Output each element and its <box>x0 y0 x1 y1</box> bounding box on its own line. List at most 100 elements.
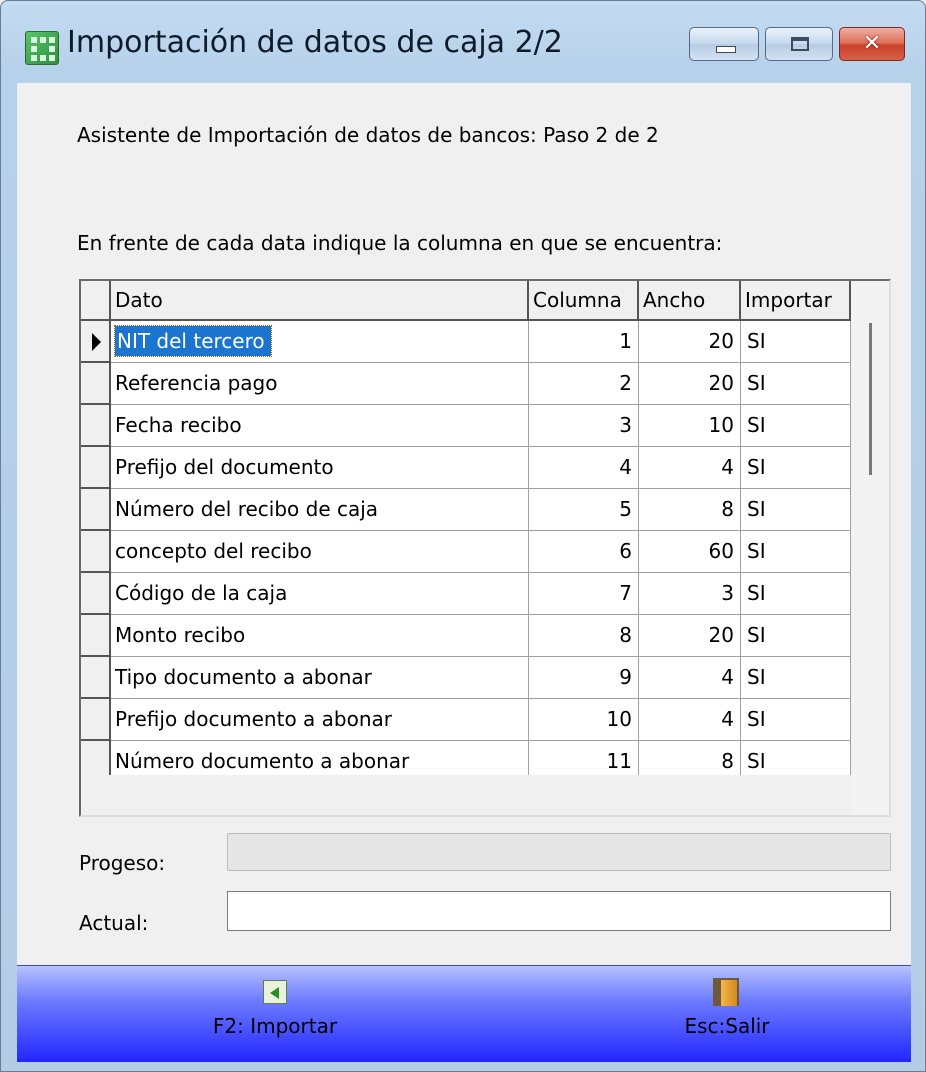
cell-ancho[interactable]: 20 <box>639 615 741 657</box>
close-button[interactable]: ✕ <box>839 27 905 61</box>
row-selector[interactable] <box>81 573 111 615</box>
row-selector[interactable] <box>81 699 111 741</box>
cell-columna[interactable]: 4 <box>529 447 639 489</box>
exit-button[interactable]: Esc:Salir <box>577 966 877 1062</box>
cell-columna-text: 1 <box>619 329 632 353</box>
cell-importar[interactable]: SI <box>741 405 851 447</box>
cell-importar[interactable]: SI <box>741 321 851 363</box>
cell-columna[interactable]: 2 <box>529 363 639 405</box>
cell-dato-text: Monto recibo <box>115 623 246 647</box>
row-selector[interactable] <box>81 531 111 573</box>
cell-ancho[interactable]: 3 <box>639 573 741 615</box>
column-header-ancho[interactable]: Ancho <box>639 281 741 321</box>
grid-corner-header <box>81 281 111 321</box>
cell-columna[interactable]: 8 <box>529 615 639 657</box>
row-selector[interactable] <box>81 657 111 699</box>
cell-importar[interactable]: SI <box>741 615 851 657</box>
maximize-button[interactable] <box>765 27 833 61</box>
import-button[interactable]: F2: Importar <box>125 966 425 1062</box>
vertical-scrollbar[interactable] <box>851 281 889 815</box>
cell-ancho[interactable]: 4 <box>639 657 741 699</box>
cell-importar[interactable]: SI <box>741 699 851 741</box>
progress-label: Progeso: <box>79 851 166 875</box>
cell-importar-text: SI <box>747 707 766 731</box>
exit-button-label: Esc:Salir <box>684 1014 770 1038</box>
table-row[interactable]: Número del recibo de caja 5 8 SI <box>81 489 851 531</box>
cell-importar[interactable]: SI <box>741 447 851 489</box>
table-row[interactable]: Prefijo del documento 4 4 SI <box>81 447 851 489</box>
cell-columna-text: 8 <box>619 623 632 647</box>
cell-importar-text: SI <box>747 665 766 689</box>
actual-field[interactable] <box>227 891 891 931</box>
cell-ancho[interactable]: 60 <box>639 531 741 573</box>
row-selector[interactable] <box>81 489 111 531</box>
column-header-columna[interactable]: Columna <box>529 281 639 321</box>
cell-importar-text: SI <box>747 749 766 773</box>
cell-columna-text: 9 <box>619 665 632 689</box>
cell-ancho[interactable]: 10 <box>639 405 741 447</box>
table-row[interactable]: Fecha recibo 3 10 SI <box>81 405 851 447</box>
cell-columna[interactable]: 1 <box>529 321 639 363</box>
cell-ancho-text: 4 <box>721 707 734 731</box>
cell-importar[interactable]: SI <box>741 489 851 531</box>
import-icon <box>263 980 287 1004</box>
import-window: Importación de datos de caja 2/2 ✕ Asist… <box>0 0 926 1072</box>
cell-ancho[interactable]: 8 <box>639 489 741 531</box>
cell-dato[interactable]: Prefijo del documento <box>111 447 529 489</box>
cell-dato[interactable]: Código de la caja <box>111 573 529 615</box>
minimize-icon <box>716 46 736 53</box>
cell-dato-text: Número del recibo de caja <box>115 497 379 521</box>
cell-dato-text: Fecha recibo <box>115 413 242 437</box>
cell-columna[interactable]: 9 <box>529 657 639 699</box>
cell-importar[interactable]: SI <box>741 573 851 615</box>
row-selector[interactable] <box>81 615 111 657</box>
cell-ancho-text: 20 <box>708 329 734 353</box>
column-header-dato[interactable]: Dato <box>111 281 529 321</box>
cell-columna[interactable]: 10 <box>529 699 639 741</box>
row-selector[interactable] <box>81 405 111 447</box>
cell-importar-text: SI <box>747 539 766 563</box>
cell-dato-text: Referencia pago <box>115 371 278 395</box>
minimize-button[interactable] <box>689 27 759 61</box>
table-row[interactable]: Tipo documento a abonar 9 4 SI <box>81 657 851 699</box>
data-grid[interactable]: Dato Columna Ancho Importar NIT del terc… <box>79 279 891 817</box>
row-selector[interactable] <box>81 363 111 405</box>
cell-importar[interactable]: SI <box>741 531 851 573</box>
cell-ancho[interactable]: 20 <box>639 321 741 363</box>
progress-bar <box>227 833 891 871</box>
cell-dato[interactable]: Monto recibo <box>111 615 529 657</box>
table-row[interactable]: Referencia pago 2 20 SI <box>81 363 851 405</box>
cell-dato[interactable]: Número del recibo de caja <box>111 489 529 531</box>
window-title: Importación de datos de caja 2/2 <box>67 25 563 60</box>
cell-columna-text: 5 <box>619 497 632 521</box>
table-row[interactable]: Código de la caja 7 3 SI <box>81 573 851 615</box>
table-row[interactable]: concepto del recibo 6 60 SI <box>81 531 851 573</box>
cell-importar-text: SI <box>747 329 766 353</box>
cell-importar[interactable]: SI <box>741 363 851 405</box>
cell-ancho[interactable]: 4 <box>639 447 741 489</box>
grid-empty-area <box>81 775 851 815</box>
cell-columna[interactable]: 7 <box>529 573 639 615</box>
table-row[interactable]: NIT del tercero 1 20 SI <box>81 321 851 363</box>
cell-ancho[interactable]: 20 <box>639 363 741 405</box>
row-selector[interactable] <box>81 447 111 489</box>
cell-columna[interactable]: 3 <box>529 405 639 447</box>
row-selector[interactable] <box>81 321 111 363</box>
column-header-importar[interactable]: Importar <box>741 281 851 321</box>
table-row[interactable]: Monto recibo 8 20 SI <box>81 615 851 657</box>
cell-ancho-text: 20 <box>708 371 734 395</box>
cell-columna[interactable]: 5 <box>529 489 639 531</box>
cell-dato[interactable]: Fecha recibo <box>111 405 529 447</box>
cell-dato[interactable]: Prefijo documento a abonar <box>111 699 529 741</box>
title-bar[interactable]: Importación de datos de caja 2/2 ✕ <box>1 1 925 83</box>
cell-importar[interactable]: SI <box>741 657 851 699</box>
cell-dato[interactable]: Referencia pago <box>111 363 529 405</box>
cell-dato[interactable]: NIT del tercero <box>111 321 529 363</box>
scrollbar-thumb[interactable] <box>869 323 872 475</box>
cell-columna[interactable]: 6 <box>529 531 639 573</box>
cell-ancho[interactable]: 4 <box>639 699 741 741</box>
table-row[interactable]: Prefijo documento a abonar 10 4 SI <box>81 699 851 741</box>
cell-dato[interactable]: concepto del recibo <box>111 531 529 573</box>
cell-dato[interactable]: Tipo documento a abonar <box>111 657 529 699</box>
cell-ancho-text: 3 <box>721 581 734 605</box>
